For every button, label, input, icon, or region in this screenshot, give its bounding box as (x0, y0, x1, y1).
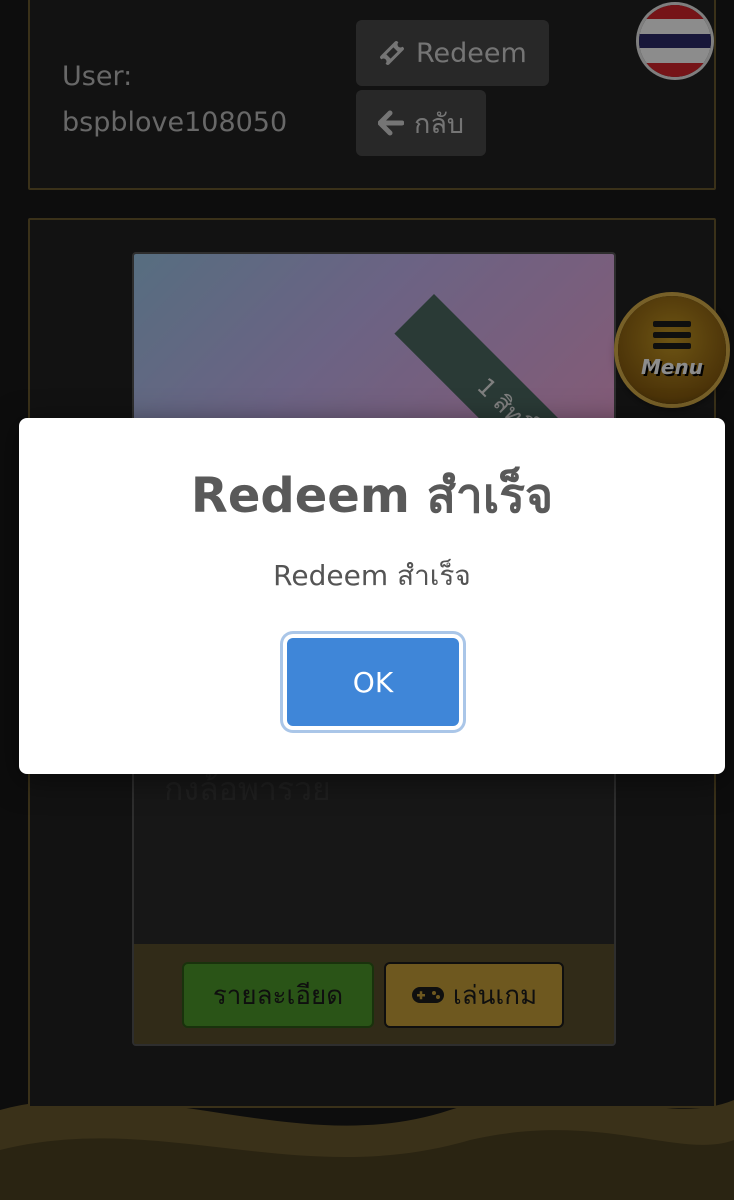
dialog-message: Redeem สำเร็จ (273, 559, 471, 592)
dialog-title: Redeem สำเร็จ (190, 468, 554, 524)
ok-button[interactable]: OK (287, 638, 459, 726)
success-dialog: Redeem สำเร็จ Redeem สำเร็จ OK (19, 418, 725, 774)
